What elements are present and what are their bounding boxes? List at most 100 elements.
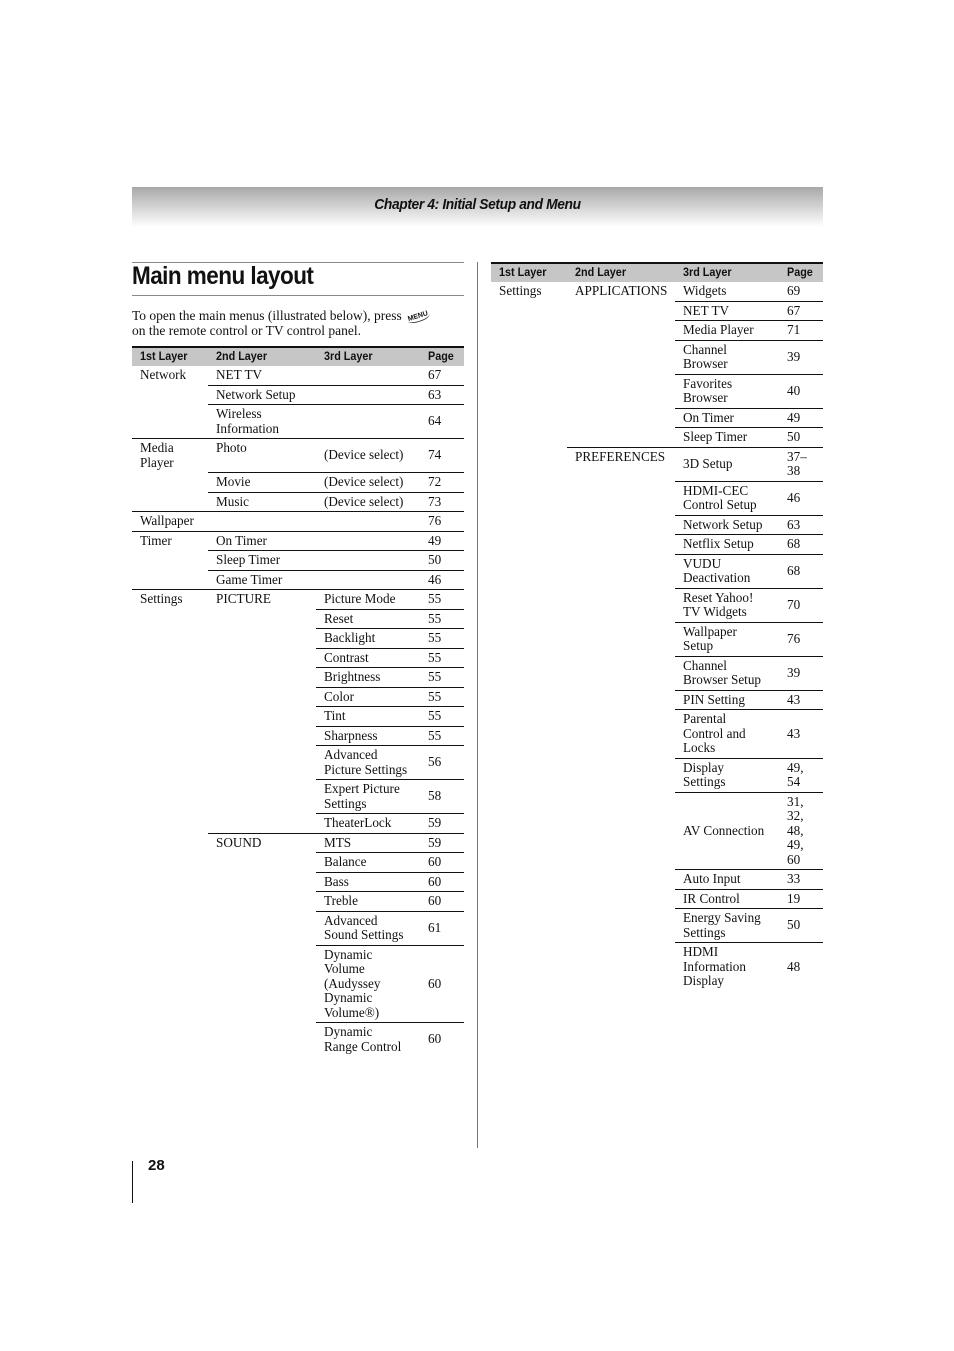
row-separator [316, 891, 464, 892]
layer2-label: Network Setup [216, 386, 296, 402]
page-ref: 33 [787, 871, 801, 886]
column-divider [477, 262, 478, 1148]
layer1-label: Media Player [140, 440, 174, 470]
layer3-label: Channel Browser Setup [683, 657, 762, 687]
page-number: 28 [148, 1157, 165, 1174]
page-ref: 55 [428, 630, 442, 645]
page-ref: 67 [428, 367, 442, 382]
layer3-label: Channel Browser [683, 341, 728, 371]
page-ref: 72 [428, 474, 442, 489]
layer1-label: Settings [140, 591, 183, 606]
row-separator [316, 745, 464, 746]
row-separator [316, 852, 464, 853]
col-header-1st-layer: 1st Layer [140, 349, 188, 363]
intro-text-after: on the remote control or TV control pane… [132, 323, 361, 338]
layer3-label: TheaterLock [324, 815, 392, 830]
layer3-label: Dynamic Range Control [324, 1024, 402, 1054]
layer3-label: Display Settings [683, 759, 726, 789]
page-ref: 55 [428, 610, 442, 626]
row-separator [316, 813, 464, 814]
page-ref: 71 [787, 322, 801, 337]
row-separator [675, 587, 823, 589]
layer3-label: 3D Setup [683, 455, 733, 471]
page-ref: 55 [428, 727, 442, 743]
page-ref: 60 [428, 854, 442, 869]
page-ref: 59 [428, 834, 442, 850]
page-ref: 56 [428, 754, 442, 770]
layer3-label: Brightness [324, 669, 381, 684]
page-ref: 60 [428, 893, 442, 908]
layer2-label: Wireless Information [216, 406, 279, 436]
col-header-1st-layer: 1st Layer [499, 265, 547, 279]
page-ref: 50 [787, 917, 801, 933]
row-separator [316, 608, 464, 610]
layer3-label: Sleep Timer [683, 429, 748, 444]
page-ref: 60 [428, 873, 442, 889]
col-header-page: Page [787, 265, 813, 279]
page-ref: 60 [428, 975, 442, 991]
row-separator [208, 384, 464, 386]
row-separator [208, 550, 464, 551]
page-ref: 55 [428, 591, 442, 606]
layer2-label: APPLICATIONS [575, 283, 668, 298]
row-separator [675, 942, 823, 943]
layer2-label: Game Timer [216, 571, 283, 587]
page-ref: 68 [787, 562, 801, 578]
page-ref: 49 [787, 409, 801, 425]
layer2-label: On Timer [216, 532, 267, 548]
layer3-label: Reset [324, 610, 354, 626]
layer3-label: Picture Mode [324, 591, 396, 606]
layer2-label: Movie [216, 474, 251, 489]
layer3-label: Backlight [324, 630, 376, 645]
layer3-label: Balance [324, 854, 367, 869]
table-header: 1st Layer 2nd Layer 3rd Layer Page [491, 262, 823, 282]
page-ref: 43 [787, 725, 801, 741]
page-ref: 74 [428, 447, 442, 463]
chapter-header-band: Chapter 4: Initial Setup and Menu [132, 187, 823, 227]
layer3-label: Advanced Picture Settings [324, 747, 408, 777]
page-ref: 63 [428, 386, 442, 402]
page-ref: 49, 54 [787, 759, 804, 789]
page-ref: 39 [787, 664, 801, 680]
row-separator [675, 427, 823, 428]
page-ref: 60 [428, 1031, 442, 1047]
row-separator [675, 869, 823, 870]
row-separator [675, 407, 823, 409]
row-separator [316, 1022, 464, 1023]
layer3-label: PIN Setting [683, 691, 745, 707]
page-ref: 69 [787, 283, 801, 298]
chapter-title: Chapter 4: Initial Setup and Menu [374, 196, 581, 213]
layer3-label: IR Control [683, 890, 740, 906]
page-ref: 46 [787, 489, 801, 505]
row-separator [316, 686, 464, 688]
row-separator [316, 779, 464, 780]
layer3-label: Energy Saving Settings [683, 910, 761, 940]
layer2-label: Photo [216, 440, 247, 455]
intro-text-before: To open the main menus (illustrated belo… [132, 308, 402, 323]
layer3-label: HDMI Information Display [683, 944, 746, 988]
row-separator [675, 621, 823, 623]
layer3-label: (Device select) [324, 447, 404, 463]
page-ref: 61 [428, 919, 442, 935]
layer3-label: AV Connection [683, 822, 765, 838]
row-separator [675, 791, 823, 793]
row-separator [132, 530, 464, 532]
row-separator [132, 511, 464, 512]
layer3-label: (Device select) [324, 493, 404, 509]
layer3-label: VUDU Deactivation [683, 555, 751, 585]
layer3-label: Dynamic Volume (Audyssey Dynamic Volume®… [324, 946, 381, 1020]
layer1-label: Timer [140, 532, 172, 548]
layer1-label: Network [140, 367, 187, 382]
col-header-2nd-layer: 2nd Layer [216, 349, 268, 363]
layer3-label: Netflix Setup [683, 536, 754, 551]
layer3-label: Treble [324, 893, 358, 908]
row-separator [675, 534, 823, 535]
layer3-label: Auto Input [683, 871, 741, 886]
layer3-label: Parental Control and Locks [683, 711, 746, 755]
layer1-label: Settings [499, 283, 542, 298]
layer3-label: Expert Picture Settings [324, 781, 400, 811]
row-separator [316, 725, 464, 727]
page-ref: 63 [787, 516, 801, 532]
row-separator [316, 628, 464, 629]
page-ref: 73 [428, 493, 442, 509]
